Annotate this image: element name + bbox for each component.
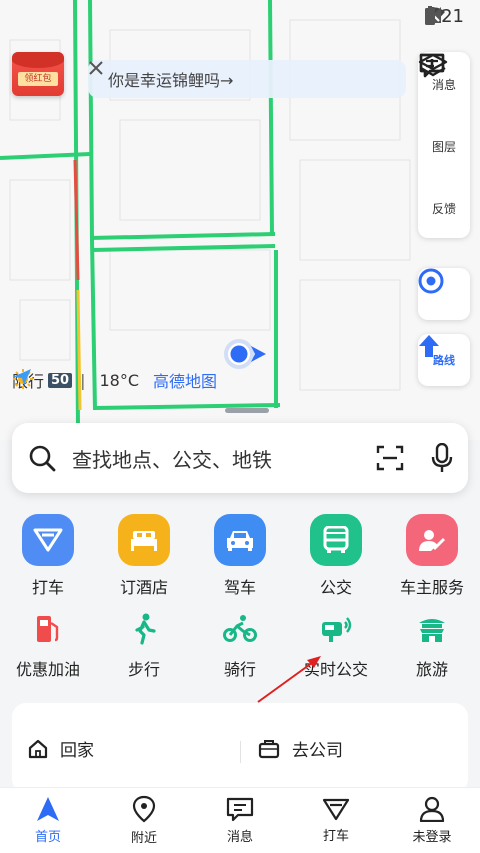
- service-label: 骑行: [223, 660, 256, 679]
- service-drive[interactable]: 驾车: [192, 514, 288, 598]
- amap-logo-icon: [13, 369, 31, 385]
- service-label: 公交: [319, 578, 352, 597]
- tab-taxi[interactable]: 打车: [288, 788, 384, 853]
- user-icon: [419, 796, 445, 822]
- close-icon: [89, 61, 103, 75]
- service-label: 步行: [127, 660, 160, 679]
- tab-label: 首页: [34, 830, 61, 845]
- go-work-label: 去公司: [292, 741, 343, 761]
- feedback-icon: [419, 53, 445, 78]
- battery-icon: [424, 6, 435, 25]
- service-label: 旅游: [415, 660, 448, 679]
- nearby-icon: [132, 795, 156, 823]
- taxi-icon: [33, 528, 63, 552]
- tab-nearby[interactable]: 附近: [96, 788, 192, 853]
- shortcut-divider: [240, 741, 241, 763]
- service-fuel[interactable]: 优惠加油: [0, 610, 96, 680]
- owner-service-icon: [419, 530, 446, 551]
- info-separator: |: [80, 370, 86, 390]
- brand-logo: 高德地图: [13, 368, 218, 392]
- current-location-marker: [224, 339, 266, 369]
- map-tool-label: 反馈: [431, 201, 456, 216]
- locate-me-button[interactable]: [418, 268, 470, 320]
- map-tools-panel: 消息 图层 反馈: [418, 52, 470, 238]
- go-home-label: 回家: [60, 741, 94, 761]
- route-arrow-icon: [419, 335, 439, 357]
- search-input[interactable]: 查找地点、公交、地铁: [72, 444, 364, 473]
- red-packet-button[interactable]: 领红包: [12, 52, 64, 96]
- realtime-bus-icon: [322, 617, 352, 642]
- travel-icon: [419, 619, 445, 642]
- tab-label: 消息: [226, 830, 253, 845]
- car-icon: [227, 531, 253, 551]
- traffic-limit-number: 50: [48, 372, 73, 388]
- home-icon: [28, 739, 48, 758]
- map-tool-layers[interactable]: 图层: [418, 53, 470, 176]
- map-tool-label: 图层: [431, 139, 456, 154]
- status-bar: 5:21: [0, 0, 480, 34]
- taxi-nav-icon: [322, 798, 350, 821]
- search-bar[interactable]: 查找地点、公交、地铁: [12, 423, 468, 493]
- shortcut-card: 回家 去公司: [12, 703, 468, 793]
- banner-close-button[interactable]: [89, 61, 406, 97]
- red-packet-label: 领红包: [18, 72, 58, 86]
- search-icon: [29, 445, 56, 472]
- tab-home[interactable]: 首页: [0, 788, 96, 853]
- tab-profile[interactable]: 未登录: [384, 788, 480, 853]
- service-label: 车主服务: [399, 578, 464, 597]
- scan-button[interactable]: [364, 445, 416, 471]
- route-button[interactable]: 路线: [418, 334, 470, 386]
- service-label: 实时公交: [303, 660, 368, 679]
- service-taxi[interactable]: 打车: [0, 514, 96, 598]
- service-walk[interactable]: 步行: [96, 610, 192, 680]
- bus-icon: [323, 526, 349, 553]
- home-nav-icon: [37, 797, 59, 821]
- bottom-tab-bar: 首页 附近 消息 打车 未登录: [0, 787, 480, 853]
- fuel-icon: [37, 616, 59, 642]
- bike-icon: [223, 615, 257, 642]
- service-label: 订酒店: [119, 578, 168, 597]
- red-packet-icon: [12, 52, 64, 68]
- promo-banner[interactable]: 你是幸运锦鲤吗→: [88, 60, 406, 98]
- go-home-button[interactable]: 回家: [28, 736, 94, 761]
- briefcase-icon: [258, 739, 280, 758]
- microphone-icon: [431, 443, 453, 472]
- message-nav-icon: [226, 797, 254, 822]
- tab-label: 打车: [322, 829, 349, 844]
- map-info-bar: 限行 50 | 18°C 高德地图: [12, 368, 217, 392]
- service-realtime-bus[interactable]: 实时公交: [288, 610, 384, 680]
- slow-road: [76, 289, 82, 411]
- sheet-drag-handle[interactable]: [225, 408, 269, 413]
- service-bus[interactable]: 公交: [288, 514, 384, 598]
- services-row-2: 优惠加油 步行 骑行 实时公交 旅游: [0, 610, 480, 680]
- hotel-icon: [131, 531, 157, 551]
- service-hotel[interactable]: 订酒店: [96, 514, 192, 598]
- tab-label: 未登录: [412, 830, 452, 845]
- map-tool-feedback[interactable]: 反馈: [418, 53, 470, 238]
- service-bike[interactable]: 骑行: [192, 610, 288, 680]
- services-row-1: 打车 订酒店 驾车 公交 车主服务: [0, 514, 480, 598]
- temperature: 18°C: [99, 370, 140, 390]
- tab-label: 附近: [130, 831, 157, 846]
- locate-icon: [418, 268, 444, 294]
- voice-search-button[interactable]: [416, 443, 468, 473]
- walk-icon: [135, 613, 156, 645]
- service-car-owner[interactable]: 车主服务: [384, 514, 480, 598]
- service-label: 驾车: [223, 578, 256, 597]
- service-travel[interactable]: 旅游: [384, 610, 480, 680]
- promo-banner-text: 你是幸运锦鲤吗→: [108, 71, 234, 90]
- brand-name: 高德地图: [153, 372, 218, 391]
- service-label: 打车: [31, 578, 64, 597]
- map-view[interactable]: 5:21 领红包 你是幸运锦鲤吗→ 消息 图层 反馈 路线 限行 50 | 18…: [0, 0, 480, 440]
- tab-messages[interactable]: 消息: [192, 788, 288, 853]
- service-label: 优惠加油: [15, 660, 80, 679]
- go-work-button[interactable]: 去公司: [258, 736, 343, 761]
- scan-icon: [376, 445, 404, 471]
